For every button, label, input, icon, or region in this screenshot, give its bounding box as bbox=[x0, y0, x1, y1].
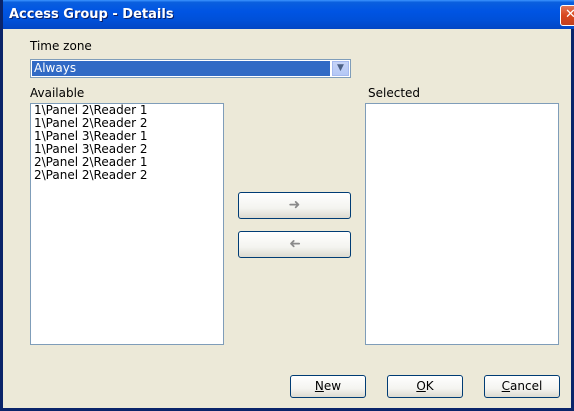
ok-button[interactable]: OK bbox=[387, 375, 463, 398]
cancel-button[interactable]: Cancel bbox=[484, 375, 560, 398]
new-label: ew bbox=[323, 379, 342, 393]
time-zone-select[interactable]: Always ▼ bbox=[30, 59, 351, 78]
selected-listbox[interactable] bbox=[365, 103, 559, 345]
time-zone-label: Time zone bbox=[30, 39, 92, 53]
remove-selected-button[interactable]: ➜ bbox=[238, 231, 351, 258]
close-button[interactable]: ✕ bbox=[560, 5, 574, 26]
new-button[interactable]: New bbox=[290, 375, 366, 398]
window-title: Access Group - Details bbox=[9, 7, 174, 22]
list-item[interactable]: 2\Panel 2\Reader 2 bbox=[31, 169, 223, 182]
cancel-label: ancel bbox=[510, 379, 543, 393]
arrow-left-icon: ➜ bbox=[288, 236, 301, 252]
arrow-right-icon: ➜ bbox=[288, 197, 301, 213]
time-zone-value: Always bbox=[32, 61, 330, 76]
title-bar[interactable]: Access Group - Details ✕ bbox=[3, 0, 574, 29]
chevron-down-icon[interactable]: ▼ bbox=[332, 61, 349, 76]
ok-accel: O bbox=[416, 379, 426, 393]
close-icon: ✕ bbox=[565, 7, 574, 22]
cancel-accel: C bbox=[501, 379, 511, 393]
ok-label: K bbox=[425, 379, 434, 393]
available-label: Available bbox=[30, 86, 85, 100]
new-accel: N bbox=[314, 379, 324, 393]
add-selected-button[interactable]: ➜ bbox=[238, 192, 351, 219]
dialog-window: Access Group - Details ✕ Time zone Alway… bbox=[0, 0, 574, 411]
available-listbox[interactable]: 1\Panel 2\Reader 1 1\Panel 2\Reader 2 1\Pa… bbox=[30, 103, 224, 345]
selected-label: Selected bbox=[368, 86, 421, 100]
